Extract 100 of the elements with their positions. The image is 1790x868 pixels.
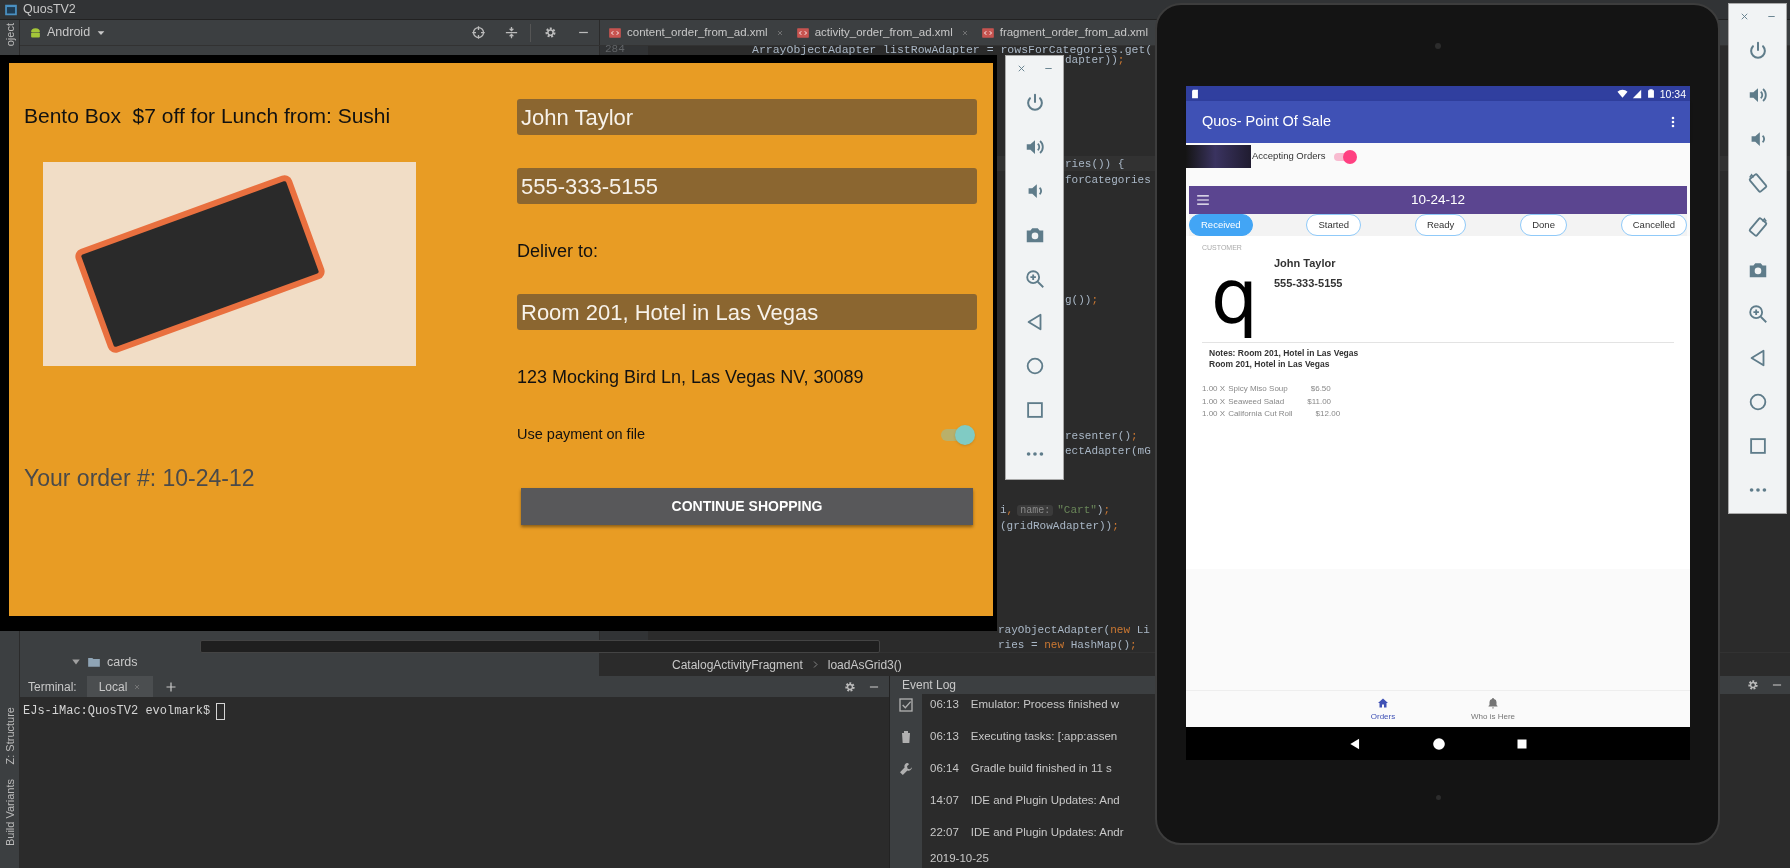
offer-title: Bento Box $7 off for Lunch from: Sushi — [24, 103, 391, 129]
input-field[interactable]: John Taylor — [517, 99, 977, 135]
log-message[interactable]: Gradle build finished in 11 s — [970, 760, 1112, 778]
log-time: 22:07 — [930, 825, 959, 841]
back-icon[interactable] — [1348, 736, 1362, 751]
customer-phone: 555-333-5155 — [1274, 275, 1343, 291]
code-line: ArrayObjectAdapter listRowAdapter = rowsForCategories.get( — [752, 44, 1153, 55]
panel-title: Event Log — [902, 677, 957, 694]
target-icon[interactable] — [471, 25, 486, 40]
bell-icon — [1487, 697, 1499, 709]
toggle-switch[interactable] — [939, 424, 975, 446]
editor-tab[interactable]: content_order_from_ad.xml — [604, 20, 792, 45]
close-icon[interactable] — [960, 28, 969, 37]
menu-icon[interactable] — [1196, 193, 1210, 207]
order-number: Your order #: 10-24-12 — [24, 464, 255, 493]
item-name: California Cut Roll — [1228, 408, 1293, 420]
zoom-in-icon[interactable] — [1023, 267, 1046, 290]
rotate-left-icon[interactable] — [1746, 171, 1769, 194]
item-price: $6.50 — [1310, 383, 1331, 395]
notes-text: Room 201, Hotel in Las Vegas — [1209, 359, 1331, 370]
code-line: i, name: "Cart"); — [1000, 503, 1111, 518]
settings-icon[interactable] — [1746, 678, 1760, 692]
status-chip[interactable]: Started — [1306, 214, 1362, 236]
notes-text: Notes: Room 201, Hotel in Las Vegas — [1209, 348, 1360, 359]
tree-item[interactable]: cards — [107, 652, 138, 672]
folder-icon — [87, 655, 101, 669]
panel-title: Terminal: — [28, 678, 77, 696]
status-chip[interactable]: Cancelled — [1620, 214, 1687, 236]
breadcrumb-item[interactable]: loadAsGrid3() — [827, 655, 902, 674]
input-field[interactable]: Room 201, Hotel in Las Vegas — [517, 294, 977, 330]
battery-icon — [1645, 88, 1656, 99]
editor-tab[interactable]: fragment_order_from_ad.xml — [976, 20, 1155, 45]
code-line: dapter)); — [1065, 54, 1125, 67]
tool-window-tab[interactable]: Z: Structure — [0, 707, 19, 765]
collapse-icon[interactable] — [504, 25, 519, 40]
continue-shopping-button[interactable]: CONTINUE SHOPPING — [521, 488, 973, 525]
code-line: forCategories — [1065, 173, 1151, 187]
code-line: ries()) { — [1065, 157, 1125, 171]
item-price: $12.00 — [1315, 408, 1341, 420]
switch-label: Use payment on file — [517, 425, 646, 445]
sd-card-icon — [1190, 88, 1200, 99]
tool-window-tab[interactable]: oject — [0, 23, 19, 47]
log-message[interactable]: IDE and Plugin Updates: And — [970, 792, 1120, 810]
logo-letter: q — [1211, 252, 1258, 340]
home-icon — [1377, 697, 1389, 709]
zoom-in-icon[interactable] — [1746, 303, 1769, 326]
tool-window-tab[interactable]: Build Variants — [0, 778, 19, 846]
signal-icon — [1631, 88, 1642, 99]
expand-caret-icon[interactable] — [71, 657, 81, 667]
rotate-right-icon[interactable] — [1746, 215, 1769, 238]
xml-file-icon — [795, 25, 810, 40]
item-name: Spicy Miso Soup — [1228, 383, 1288, 395]
input-field[interactable]: 555-333-5155 — [517, 168, 977, 204]
terminal-tab[interactable]: Local — [86, 676, 154, 697]
xml-file-icon — [608, 25, 622, 40]
project-view-dropdown[interactable]: Android — [47, 23, 107, 42]
item-quantity: 1.00 X — [1202, 408, 1226, 420]
code-line: rayObjectAdapter(new Li — [998, 623, 1150, 637]
code-line: g()); — [1065, 293, 1098, 307]
item-quantity: 1.00 X — [1202, 383, 1226, 395]
field-label: 123 Mocking Bird Ln, Las Vegas NV, 30089 — [517, 366, 865, 388]
item-name: Seaweed Salad — [1228, 395, 1285, 408]
log-time: 06:13 — [930, 729, 959, 745]
breadcrumb-item[interactable]: CatalogActivityFragment — [672, 655, 803, 674]
item-quantity: 1.00 X — [1202, 395, 1226, 408]
nav-item[interactable]: Orders — [1348, 691, 1418, 727]
square-icon[interactable] — [1516, 737, 1528, 750]
log-message[interactable]: Executing tasks: [:app:assen — [970, 728, 1118, 746]
settings-icon[interactable] — [543, 25, 558, 40]
code-line: ectAdapter(mG — [1065, 444, 1151, 458]
log-message[interactable]: IDE and Plugin Updates: Andr — [970, 824, 1124, 842]
switch-label: Accepting Orders — [1252, 149, 1326, 164]
status-chip[interactable]: Done — [1520, 214, 1567, 236]
project-icon — [4, 2, 18, 17]
app-title: Quos- Point Of Sale — [1202, 112, 1332, 132]
log-message[interactable]: Emulator: Process finished w — [970, 696, 1120, 714]
settings-icon[interactable] — [843, 679, 857, 694]
window-title: QuosTV2 — [23, 1, 76, 19]
log-time: 06:13 — [930, 697, 959, 713]
horizontal-scrollbar[interactable] — [200, 640, 880, 653]
checkbox-icon[interactable] — [898, 697, 914, 713]
editor-tab[interactable]: activity_order_from_ad.xml — [791, 20, 977, 45]
item-price: $11.00 — [1307, 395, 1332, 408]
code-line: resenter(); — [1065, 429, 1138, 443]
wifi-icon — [1616, 88, 1628, 99]
photo-placeholder — [1186, 145, 1251, 168]
wrench-icon[interactable] — [898, 761, 914, 777]
nav-item[interactable]: Who is Here — [1458, 691, 1528, 727]
log-time: 06:14 — [930, 761, 959, 777]
code-line: (gridRowAdapter)); — [1000, 519, 1119, 533]
home-circle-icon[interactable] — [1432, 736, 1446, 751]
close-icon[interactable] — [775, 28, 784, 37]
field-label: Deliver to: — [517, 240, 600, 262]
status-chip[interactable]: Ready — [1414, 214, 1467, 236]
code-line: ries = new HashMap(); — [998, 638, 1137, 652]
order-title: 10-24-12 — [1410, 190, 1465, 209]
toggle-switch[interactable] — [1333, 149, 1358, 164]
customer-name: John Taylor — [1274, 256, 1337, 271]
terminal-prompt: EJs-iMac:QuosTV2 evolmark$ — [23, 703, 211, 720]
add-icon[interactable] — [165, 680, 178, 693]
